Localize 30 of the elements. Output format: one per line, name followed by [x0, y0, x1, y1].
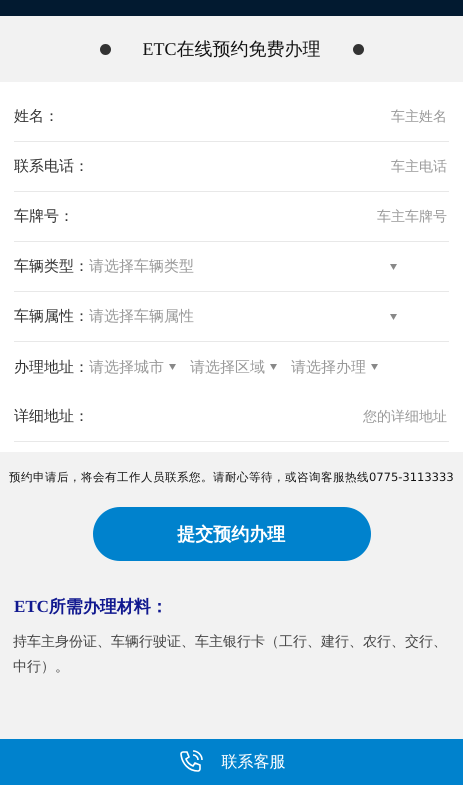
field-label: 联系电话：: [14, 157, 89, 176]
dropdown[interactable]: 请选择办理: [291, 358, 378, 376]
field-label: 车辆类型：: [14, 257, 89, 276]
field-label: 车辆属性：: [14, 307, 89, 326]
text-field[interactable]: 车主电话: [89, 158, 449, 176]
field-label: 详细地址：: [14, 407, 89, 426]
caret-icon: [169, 364, 176, 370]
bullet-icon: [100, 44, 110, 54]
text-field[interactable]: 您的详细地址: [89, 408, 449, 426]
phone-icon: [178, 749, 204, 775]
dropdown[interactable]: 请选择车辆属性: [89, 307, 449, 326]
caret-icon: [371, 364, 378, 370]
materials-title: ETC所需办理材料：: [14, 596, 169, 618]
caret-icon: [390, 264, 397, 270]
text-field[interactable]: 车主姓名: [59, 108, 449, 126]
text-field[interactable]: 车主车牌号: [74, 208, 449, 226]
dropdown[interactable]: 请选择车辆类型: [89, 257, 449, 276]
caret-icon: [270, 364, 277, 370]
materials-text: 持车主身份证、车辆行驶证、车主银行卡（工行、建行、农行、交行、中行）。: [13, 633, 448, 677]
field-label: 车牌号：: [14, 207, 74, 226]
submit-button[interactable]: 提交预约办理: [92, 507, 370, 561]
bullet-icon: [352, 44, 364, 54]
field-label: 姓名：: [14, 107, 59, 126]
contact-button[interactable]: 联系客服: [0, 739, 463, 785]
field-label: 办理地址：: [14, 358, 89, 376]
dropdown[interactable]: 请选择城市: [89, 358, 176, 376]
caret-icon: [390, 314, 397, 320]
dropdown[interactable]: 请选择区域: [190, 358, 277, 376]
page-title: ETC在线预约免费办理: [142, 38, 320, 61]
notice-text: 预约申请后，将会有工作人员联系您。请耐心等待，或咨询客服热线0775-3113333: [9, 470, 454, 485]
